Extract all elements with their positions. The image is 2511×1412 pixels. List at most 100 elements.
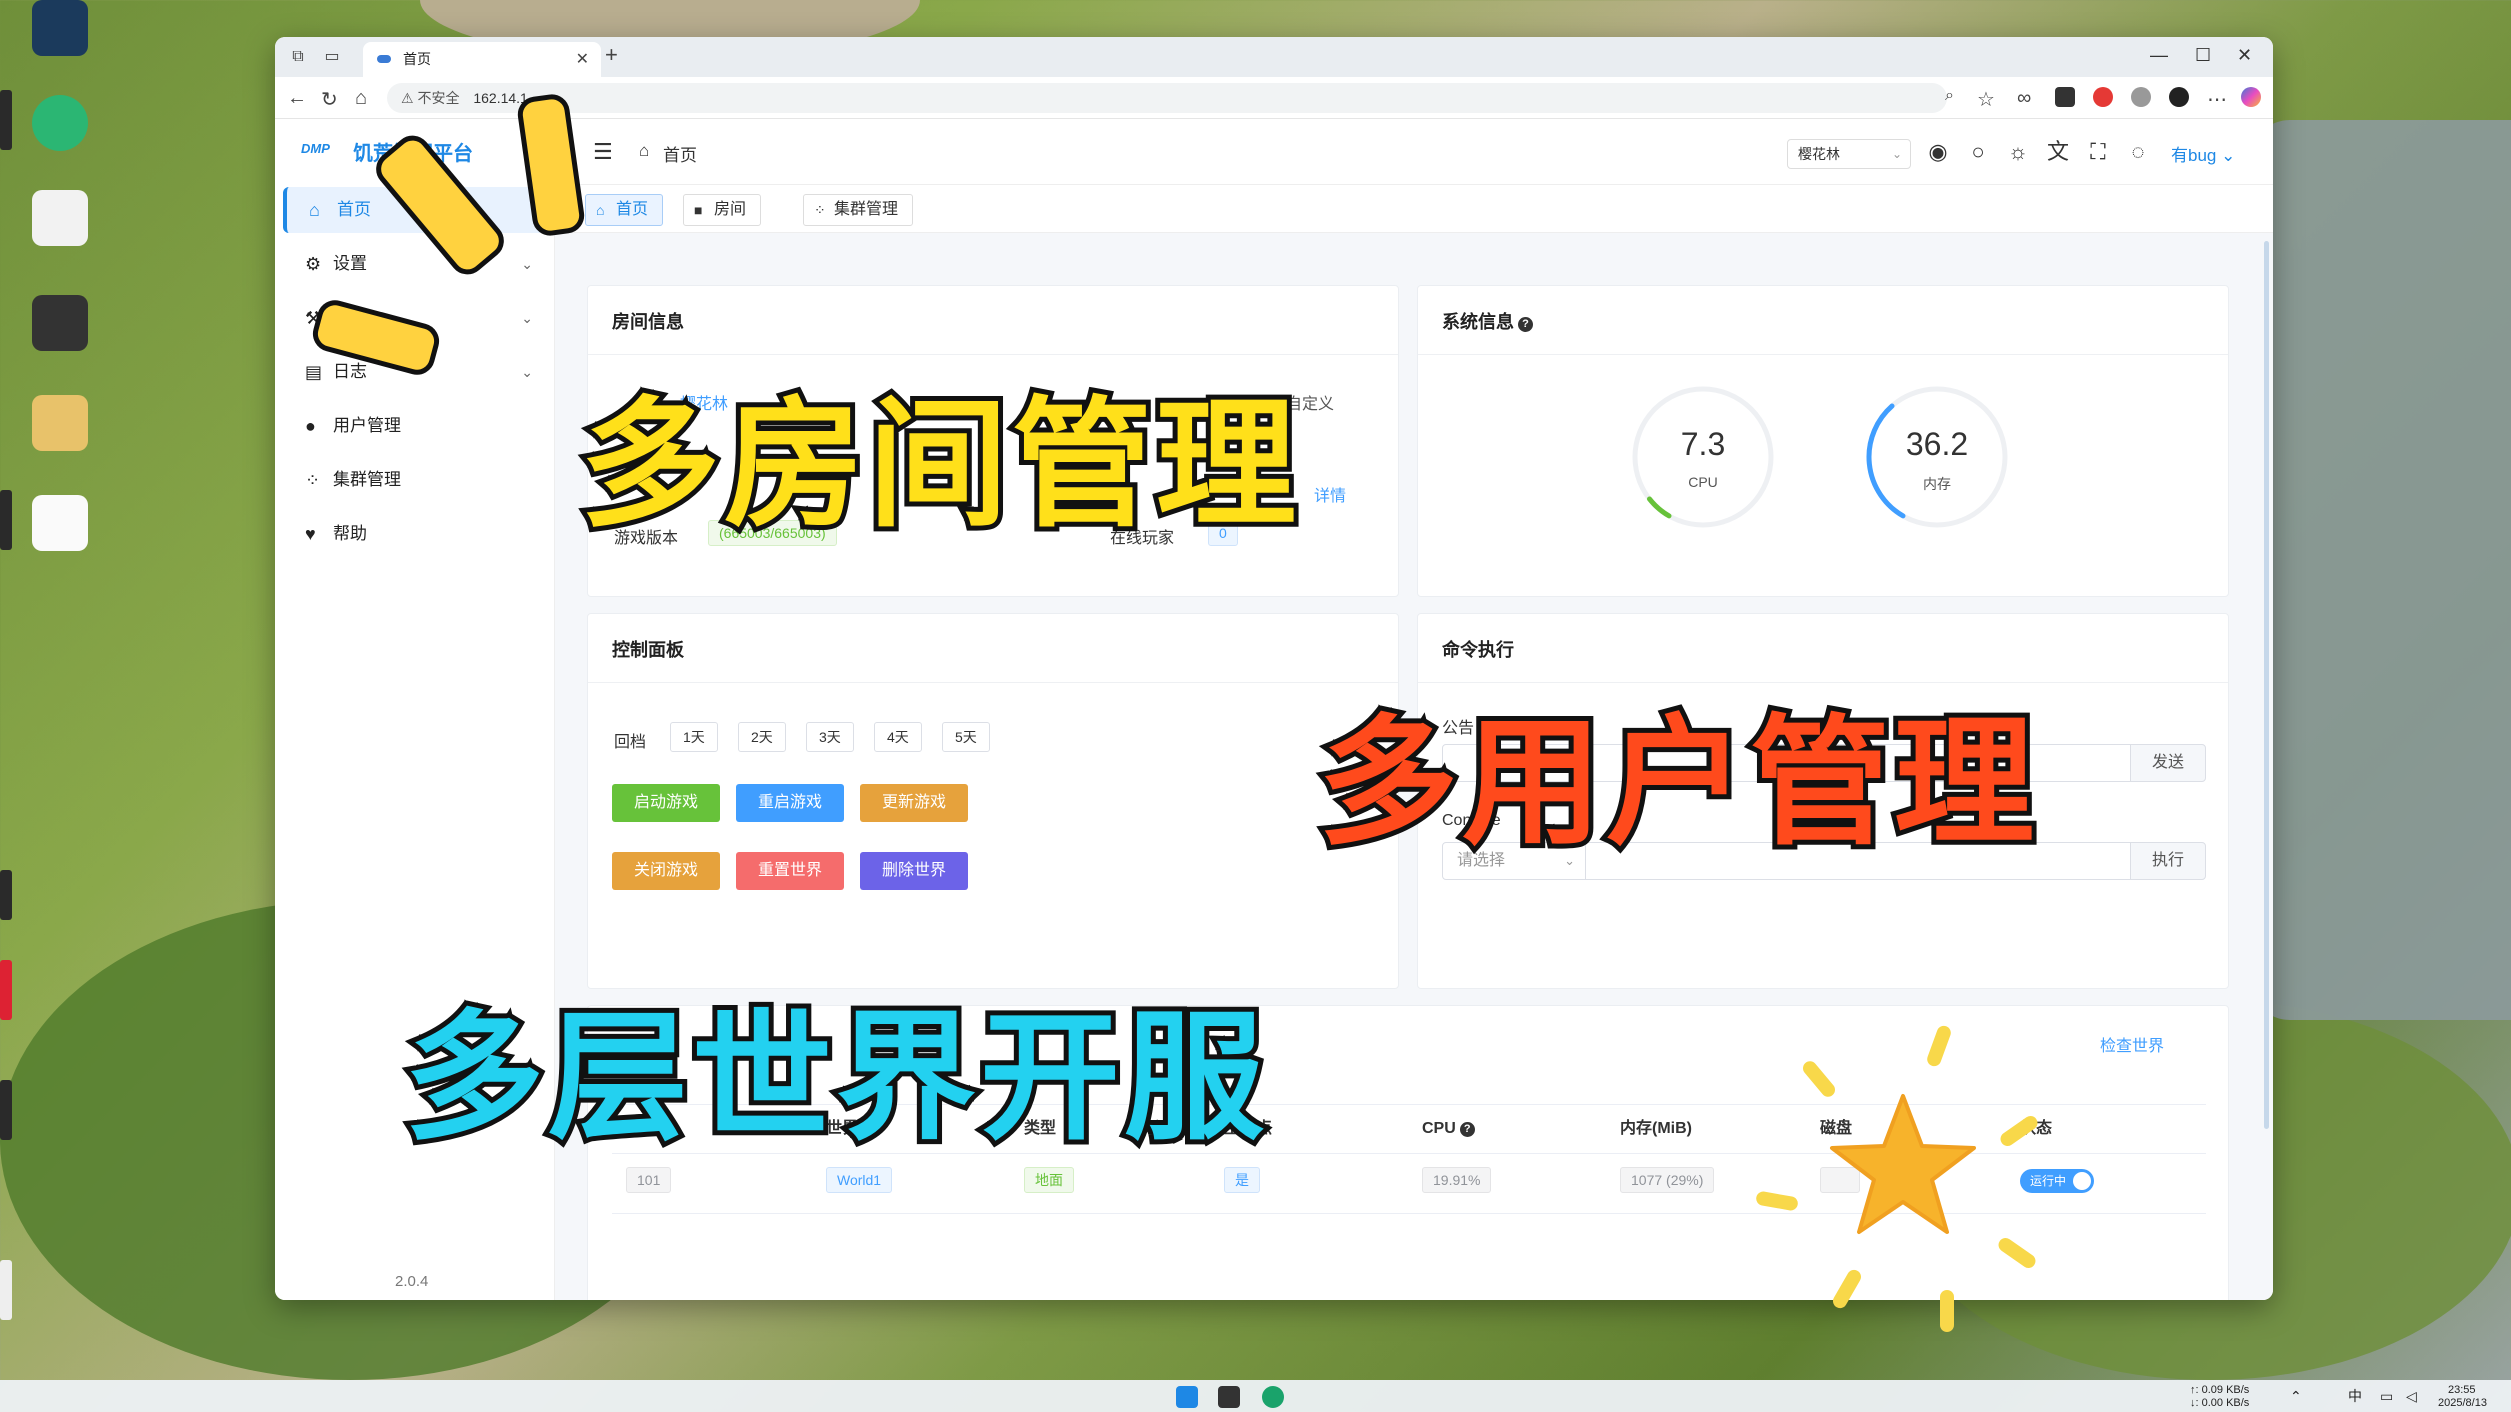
search-icon[interactable]: ○ xyxy=(1965,139,1991,165)
tab-rooms[interactable]: ■ 房间 xyxy=(683,194,762,226)
execute-button[interactable]: 执行 xyxy=(2130,842,2206,880)
world-name-badge: World1 xyxy=(826,1167,893,1193)
tab-label: 首页 xyxy=(616,201,649,218)
world-status-switch[interactable]: 运行中 xyxy=(2020,1169,2094,1193)
update-game-button[interactable]: 更新游戏 xyxy=(860,784,968,822)
divider xyxy=(588,682,1398,683)
desktop-app-icon[interactable] xyxy=(32,0,88,56)
desktop-video-icon[interactable] xyxy=(32,295,88,351)
minimize-icon[interactable]: — xyxy=(2150,45,2168,66)
rollback-1-day-button[interactable]: 1天 xyxy=(670,722,718,752)
reload-icon[interactable]: ↻ xyxy=(321,87,338,112)
send-button[interactable]: 发送 xyxy=(2130,744,2206,782)
start-game-button[interactable]: 启动游戏 xyxy=(612,784,720,822)
translate-icon[interactable]: 文 xyxy=(2045,139,2071,165)
extension-puzzle-icon[interactable] xyxy=(2131,87,2151,107)
room-icon: ■ xyxy=(694,202,703,218)
reset-world-button[interactable]: 重置世界 xyxy=(736,852,844,890)
zoom-icon[interactable]: ⌕ xyxy=(1945,87,1954,105)
cluster-icon: ⁘ xyxy=(305,470,321,490)
taskbar-app-icon[interactable] xyxy=(1218,1386,1240,1408)
close-window-icon[interactable]: ✕ xyxy=(2237,45,2252,66)
page-scrollbar[interactable] xyxy=(2264,241,2269,1129)
windows-start-icon[interactable] xyxy=(1176,1386,1198,1408)
help-circle-icon[interactable]: ? xyxy=(1518,317,1533,332)
back-icon[interactable]: ← xyxy=(287,87,307,110)
new-tab-icon[interactable]: + xyxy=(605,42,618,68)
clock-date[interactable]: 2025/8/13 xyxy=(2438,1397,2487,1409)
bookmark-star-icon[interactable]: ☆ xyxy=(1977,87,1995,112)
message-icon[interactable]: ◌ xyxy=(2125,139,2151,165)
world-master-badge: 是 xyxy=(1224,1167,1260,1193)
tab-cluster-management[interactable]: ⁘ 集群管理 xyxy=(803,194,914,226)
breadcrumb[interactable]: 首页 xyxy=(663,141,697,166)
desktop-image-icon[interactable] xyxy=(32,395,88,451)
desktop-app-icon[interactable] xyxy=(32,95,88,151)
memory-gauge: 36.2 内存 xyxy=(1862,382,2012,532)
home-icon[interactable]: ⌂ xyxy=(355,87,367,110)
extension-adblock-icon[interactable] xyxy=(2093,87,2113,107)
desktop-edge-app[interactable] xyxy=(0,1080,12,1140)
overlay-worlds-banner: 多层世界开服 xyxy=(399,992,1269,1165)
cpu-gauge: 7.3 CPU xyxy=(1628,382,1778,532)
rollback-3-day-button[interactable]: 3天 xyxy=(806,722,854,752)
switch-label: 运行中 xyxy=(2030,1174,2067,1188)
chevron-down-icon: ⌄ xyxy=(521,310,533,326)
extension-chart-icon[interactable] xyxy=(2055,87,2075,107)
clock-time[interactable]: 23:55 xyxy=(2448,1384,2476,1396)
cpu-label: CPU xyxy=(1688,474,1718,490)
rollback-2-day-button[interactable]: 2天 xyxy=(738,722,786,752)
brand-logo: DMP xyxy=(301,141,330,156)
user-menu[interactable]: 有bug ⌄ xyxy=(2171,141,2235,166)
collapse-sidebar-icon[interactable]: ☰ xyxy=(593,139,613,165)
input-method-indicator[interactable]: 中 xyxy=(2348,1389,2362,1403)
copilot-icon[interactable] xyxy=(2241,87,2261,107)
room-details-link[interactable]: 详情 xyxy=(1314,482,1346,506)
sidebar-item-clusters[interactable]: ⁘ 集群管理 xyxy=(283,457,547,503)
extension-infinity-icon[interactable]: ∞ xyxy=(2017,87,2031,110)
tray-expand-icon[interactable]: ⌃ xyxy=(2290,1389,2302,1403)
rollback-4-day-button[interactable]: 4天 xyxy=(874,722,922,752)
desktop-edge-app[interactable] xyxy=(0,90,12,150)
sidebar-item-label: 帮助 xyxy=(333,524,367,543)
sidebar-item-settings[interactable]: ⚙ 设置 ⌄ xyxy=(283,241,547,287)
sidebar-item-help[interactable]: ♥ 帮助 xyxy=(283,511,547,557)
desktop-edge-app[interactable] xyxy=(0,960,12,1020)
desktop-file-icon[interactable] xyxy=(32,495,88,551)
url-field[interactable]: ⚠ 不安全 162.14.1... xyxy=(387,83,1947,113)
sidebar-item-users[interactable]: ● 用户管理 xyxy=(283,403,547,449)
tab-home[interactable]: ⌂ 首页 xyxy=(585,194,664,226)
github-icon[interactable]: ◉ xyxy=(1925,139,1951,165)
memory-label: 内存 xyxy=(1923,476,1951,492)
switch-knob xyxy=(2073,1172,2091,1190)
help-circle-icon[interactable]: ? xyxy=(1459,1122,1475,1137)
theme-sun-icon[interactable]: ☼ xyxy=(2005,139,2031,165)
insecure-warning[interactable]: ⚠ 不安全 xyxy=(401,90,459,106)
network-icon[interactable]: ▭ xyxy=(2380,1389,2393,1403)
delete-world-button[interactable]: 删除世界 xyxy=(860,852,968,890)
cluster-select[interactable]: 樱花林 ⌄ xyxy=(1787,139,1911,169)
desktop-edge-app[interactable] xyxy=(0,1260,12,1320)
check-world-link[interactable]: 检查世界 xyxy=(2100,1032,2164,1056)
maximize-icon[interactable]: ☐ xyxy=(2195,45,2211,66)
desktop-edge-app[interactable] xyxy=(0,870,12,920)
workspaces-icon[interactable]: ⧉ xyxy=(289,48,307,66)
fullscreen-icon[interactable]: ⛶ xyxy=(2085,139,2111,165)
desktop-edge-app[interactable] xyxy=(0,490,12,550)
browser-tab-active[interactable]: 首页 ✕ xyxy=(363,42,601,77)
close-tab-icon[interactable]: ✕ xyxy=(576,42,589,77)
profile-avatar[interactable] xyxy=(2169,87,2189,107)
tab-actions-icon[interactable]: ▭ xyxy=(323,48,341,66)
sidebar-item-label: 日志 xyxy=(333,362,367,381)
rollback-5-day-button[interactable]: 5天 xyxy=(942,722,990,752)
tab-label: 集群管理 xyxy=(834,201,899,218)
world-type-badge: 地面 xyxy=(1024,1167,1074,1193)
restart-game-button[interactable]: 重启游戏 xyxy=(736,784,844,822)
stop-game-button[interactable]: 关闭游戏 xyxy=(612,852,720,890)
more-menu-icon[interactable]: ⋯ xyxy=(2207,87,2227,112)
chevron-down-icon: ⌄ xyxy=(1891,147,1902,161)
desktop-file-icon[interactable] xyxy=(32,190,88,246)
edge-browser-icon[interactable] xyxy=(1262,1386,1284,1408)
volume-icon[interactable]: ◁ xyxy=(2406,1389,2417,1403)
memory-value: 36.2 xyxy=(1905,426,1969,462)
